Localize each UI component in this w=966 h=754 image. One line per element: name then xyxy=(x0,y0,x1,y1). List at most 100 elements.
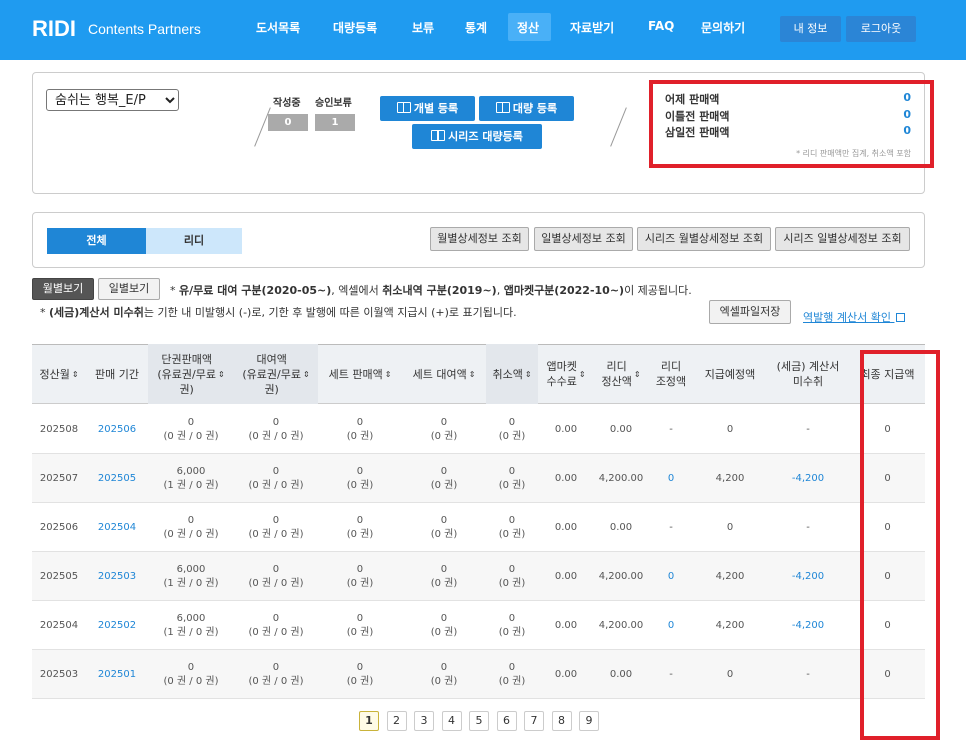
cell-cancel: 0 (0 권) xyxy=(498,416,526,442)
sort-icon[interactable]: ⇕ xyxy=(634,367,641,382)
nav-bulk-register[interactable]: 대량등록 xyxy=(333,19,377,36)
sort-icon[interactable]: ⇕ xyxy=(72,367,79,382)
cell-sale-period[interactable]: 202506 xyxy=(86,405,148,454)
book-icon xyxy=(396,102,411,113)
cell-sale-period[interactable]: 202502 xyxy=(86,601,148,650)
nav-faq[interactable]: FAQ xyxy=(648,19,674,33)
cell-expected-pay: 4,200 xyxy=(715,570,745,582)
cell-sale-period[interactable]: 202505 xyxy=(86,454,148,503)
nav-book-list[interactable]: 도서목록 xyxy=(256,19,300,36)
excel-save-button[interactable]: 엑셀파일저장 xyxy=(709,300,791,324)
cell-appmarket-fee: 0.00 xyxy=(554,619,578,631)
cell-ridi-settle: 4,200.00 xyxy=(598,619,644,631)
cell-sale-period[interactable]: 202501 xyxy=(86,650,148,699)
cell-rental: 0 (0 권 / 0 권) xyxy=(248,661,304,687)
sort-icon[interactable]: ⇕ xyxy=(303,367,310,382)
daily-view-button[interactable]: 일별보기 xyxy=(98,278,160,300)
cell-expected-pay: 0 xyxy=(726,521,734,533)
column-header-tax-unreceived: (세금) 계산서 미수취 xyxy=(776,360,840,388)
sort-icon[interactable]: ⇕ xyxy=(469,367,476,382)
series-bulk-register-button[interactable]: 시리즈 대량등록 xyxy=(412,124,542,149)
cell-set-rental: 0 (0 권) xyxy=(430,465,458,491)
pending-count[interactable]: 1 xyxy=(315,114,355,131)
cell-settle-month: 202507 xyxy=(39,472,79,484)
cell-expected-pay: 0 xyxy=(726,423,734,435)
sort-icon[interactable]: ⇕ xyxy=(218,367,225,382)
reverse-invoice-link[interactable]: 역발행 계산서 확인 xyxy=(803,309,906,325)
column-header-single-sales[interactable]: 단권판매액 (유료권/무료 권) ⇕ xyxy=(148,344,234,404)
page-button-8[interactable]: 8 xyxy=(551,711,572,731)
nav-downloads[interactable]: 자료받기 xyxy=(570,19,614,36)
tab-ridi[interactable]: 리디 xyxy=(146,228,242,254)
cell-rental: 0 (0 권 / 0 권) xyxy=(248,563,304,589)
cell-set-sales: 0 (0 권) xyxy=(346,514,374,540)
cell-set-sales: 0 (0 권) xyxy=(346,563,374,589)
cell-expected-pay: 0 xyxy=(726,668,734,680)
cell-set-sales: 0 (0 권) xyxy=(346,612,374,638)
cell-rental: 0 (0 권 / 0 권) xyxy=(248,465,304,491)
nav-on-hold[interactable]: 보류 xyxy=(412,19,434,36)
column-header-cancel[interactable]: 취소액 ⇕ xyxy=(486,344,538,404)
nav-inquiry[interactable]: 문의하기 xyxy=(701,19,745,36)
sort-icon[interactable]: ⇕ xyxy=(385,367,392,382)
daily-detail-button[interactable]: 일별상세정보 조회 xyxy=(534,227,633,251)
nav-settlement[interactable]: 정산 xyxy=(517,19,539,36)
cell-ridi-settle: 0.00 xyxy=(609,423,633,435)
cell-cancel: 0 (0 권) xyxy=(498,514,526,540)
cell-set-rental: 0 (0 권) xyxy=(430,661,458,687)
column-header-set-rental[interactable]: 세트 대여액 ⇕ xyxy=(402,344,486,404)
page-button-7[interactable]: 7 xyxy=(524,711,544,731)
cell-appmarket-fee: 0.00 xyxy=(554,570,578,582)
cell-set-rental: 0 (0 권) xyxy=(430,563,458,589)
notice-tax-invoice: * (세금)계산서 미수취는 기한 내 미발행시 (-)로, 기한 후 발행에 … xyxy=(40,306,517,319)
cell-ridi-adjust: - xyxy=(669,668,673,680)
cell-ridi-adjust: - xyxy=(669,423,673,435)
my-info-button[interactable]: 내 정보 xyxy=(780,16,841,42)
cell-sale-period[interactable]: 202503 xyxy=(86,552,148,601)
column-header-expected-pay: 지급예정액 xyxy=(704,367,756,381)
cell-ridi-settle: 4,200.00 xyxy=(598,570,644,582)
cell-cancel: 0 (0 권) xyxy=(498,612,526,638)
cell-single-sales: 0 (0 권 / 0 권) xyxy=(163,661,219,687)
page-button-5[interactable]: 5 xyxy=(469,711,489,731)
writing-label: 작성중 xyxy=(273,98,301,109)
bulk-register-button[interactable]: 대량 등록 xyxy=(479,96,574,121)
ridi-logo[interactable]: RIDI xyxy=(32,16,76,42)
cell-appmarket-fee: 0.00 xyxy=(554,521,578,533)
cell-expected-pay: 4,200 xyxy=(715,472,745,484)
cell-set-rental: 0 (0 권) xyxy=(430,612,458,638)
page-button-1[interactable]: 1 xyxy=(359,711,379,731)
single-register-button[interactable]: 개별 등록 xyxy=(380,96,475,121)
cell-sale-period[interactable]: 202504 xyxy=(86,503,148,552)
highlight-box-sales xyxy=(649,80,934,168)
notice-data-availability: * 유/무료 대여 구분(2020-05~), 엑셀에서 취소내역 구분(201… xyxy=(170,284,692,297)
cell-set-sales: 0 (0 권) xyxy=(346,416,374,442)
logout-button[interactable]: 로그아웃 xyxy=(846,16,916,42)
nav-statistics[interactable]: 통계 xyxy=(465,19,487,36)
column-header-set-sales[interactable]: 세트 판매액 ⇕ xyxy=(318,344,402,404)
monthly-view-button[interactable]: 월별보기 xyxy=(32,278,94,300)
book-icon xyxy=(431,130,446,141)
page-button-2[interactable]: 2 xyxy=(386,711,407,731)
monthly-detail-button[interactable]: 월별상세정보 조회 xyxy=(430,227,529,251)
highlight-box-final-payment xyxy=(860,350,940,740)
column-header-rental[interactable]: 대여액 (유료권/무료 권) ⇕ xyxy=(234,344,318,404)
writing-count[interactable]: 0 xyxy=(268,114,308,131)
cell-appmarket-fee: 0.00 xyxy=(554,668,578,680)
series-daily-detail-button[interactable]: 시리즈 일별상세정보 조회 xyxy=(775,227,910,251)
series-monthly-detail-button[interactable]: 시리즈 월별상세정보 조회 xyxy=(637,227,771,251)
column-header-appmarket-fee[interactable]: 앱마켓 수수료 ⇕ xyxy=(538,344,594,404)
cell-tax-unreceived: -4,200 xyxy=(791,570,825,582)
sort-icon[interactable]: ⇕ xyxy=(525,367,532,382)
page-button-4[interactable]: 4 xyxy=(441,711,462,731)
cell-appmarket-fee: 0.00 xyxy=(554,423,578,435)
page-button-3[interactable]: 3 xyxy=(414,711,434,731)
page-button-6[interactable]: 6 xyxy=(496,711,517,731)
cell-tax-unreceived: -4,200 xyxy=(791,619,825,631)
page-button-9[interactable]: 9 xyxy=(579,711,599,731)
tab-all[interactable]: 전체 xyxy=(47,228,146,254)
book-select[interactable]: 숨쉬는 행복_E/P xyxy=(46,89,179,111)
column-header-ridi-settle[interactable]: 리디 정산액 ⇕ xyxy=(594,344,648,404)
sort-icon[interactable]: ⇕ xyxy=(579,367,586,382)
book-icon xyxy=(495,102,510,113)
